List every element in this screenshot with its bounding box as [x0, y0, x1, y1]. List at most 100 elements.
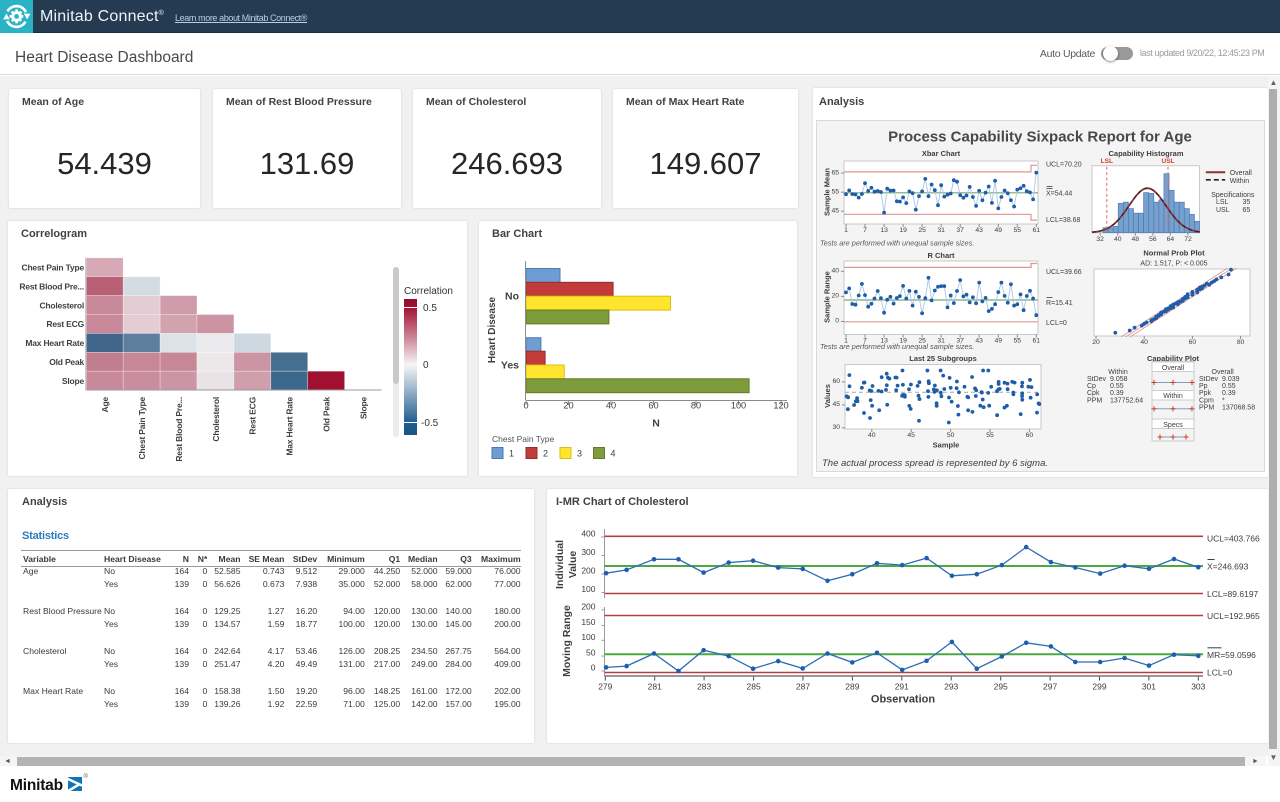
svg-text:0.5: 0.5: [423, 303, 437, 314]
svg-text:150: 150: [581, 617, 595, 627]
svg-text:0: 0: [591, 663, 596, 673]
svg-text:LCL=0: LCL=0: [1207, 668, 1233, 678]
svg-text:61: 61: [1033, 227, 1041, 234]
svg-text:25: 25: [918, 227, 926, 234]
svg-text:Rest ECG: Rest ECG: [46, 319, 84, 329]
svg-text:31: 31: [937, 227, 945, 234]
svg-text:Within: Within: [1163, 393, 1183, 400]
svg-text:Within: Within: [1230, 178, 1250, 185]
svg-text:48: 48: [1132, 236, 1140, 243]
svg-text:60: 60: [1189, 339, 1197, 346]
svg-text:0.39: 0.39: [1222, 390, 1236, 397]
svg-text:40: 40: [831, 268, 839, 275]
svg-text:Specifications: Specifications: [1211, 192, 1255, 199]
svg-text:LSL: LSL: [1216, 199, 1229, 206]
svg-text:287: 287: [796, 682, 810, 692]
svg-text:Slope: Slope: [62, 376, 85, 386]
svg-text:60: 60: [1026, 432, 1034, 439]
svg-text:Chest Pain Type: Chest Pain Type: [22, 263, 85, 273]
svg-text:Cholesterol: Cholesterol: [39, 300, 84, 310]
svg-text:Sample Mean: Sample Mean: [823, 168, 832, 216]
svg-text:X=246.693: X=246.693: [1207, 562, 1249, 572]
svg-text:Value: Value: [567, 551, 579, 579]
svg-text:40: 40: [1140, 339, 1148, 346]
svg-text:Heart Disease: Heart Disease: [487, 296, 498, 363]
svg-text:Cpk: Cpk: [1087, 390, 1100, 397]
svg-text:USL: USL: [1216, 207, 1230, 214]
svg-text:Tests are performed with unequ: Tests are performed with unequal sample …: [820, 342, 974, 351]
svg-text:MR=59.0596: MR=59.0596: [1207, 650, 1256, 660]
svg-text:AD: 1.517, P: < 0.005: AD: 1.517, P: < 0.005: [1140, 261, 1207, 268]
svg-text:295: 295: [994, 682, 1008, 692]
svg-text:Sample: Sample: [933, 441, 960, 450]
svg-text:3: 3: [577, 449, 582, 459]
svg-text:UCL=39.66: UCL=39.66: [1046, 269, 1082, 276]
svg-text:Slope: Slope: [358, 397, 368, 420]
svg-text:65: 65: [831, 169, 839, 176]
svg-text:1: 1: [844, 227, 848, 234]
svg-text:R=15.41: R=15.41: [1046, 300, 1073, 307]
svg-text:N: N: [652, 418, 660, 430]
svg-text:Chest Pain Type: Chest Pain Type: [492, 434, 554, 444]
svg-text:400: 400: [581, 529, 595, 539]
svg-text:13: 13: [880, 227, 888, 234]
svg-text:72: 72: [1184, 236, 1192, 243]
svg-text:303: 303: [1191, 682, 1205, 692]
svg-text:0: 0: [835, 318, 839, 325]
svg-text:Specs: Specs: [1163, 422, 1183, 429]
svg-text:LCL=89.6197: LCL=89.6197: [1207, 589, 1259, 599]
svg-text:Xbar Chart: Xbar Chart: [922, 149, 961, 158]
svg-text:The actual process spread is r: The actual process spread is represented…: [822, 458, 1048, 469]
svg-text:Individual: Individual: [554, 540, 566, 589]
svg-text:55: 55: [1014, 227, 1022, 234]
svg-text:Rest Blood Pre...: Rest Blood Pre...: [174, 397, 184, 462]
svg-text:StDev: StDev: [1087, 376, 1107, 383]
svg-text:Cpm: Cpm: [1199, 397, 1214, 404]
svg-text:Cholesterol: Cholesterol: [211, 397, 221, 442]
svg-text:0.55: 0.55: [1222, 383, 1236, 390]
svg-text:20: 20: [1092, 339, 1100, 346]
svg-text:60: 60: [648, 401, 658, 411]
svg-text:LSL: LSL: [1101, 158, 1113, 165]
svg-text:UCL=403.766: UCL=403.766: [1207, 534, 1260, 544]
svg-text:100: 100: [731, 401, 746, 411]
svg-text:1: 1: [509, 449, 514, 459]
svg-text:Correlation: Correlation: [404, 286, 453, 297]
svg-text:49: 49: [995, 338, 1003, 345]
svg-text:100: 100: [581, 632, 595, 642]
svg-text:285: 285: [747, 682, 761, 692]
svg-text:Pp: Pp: [1199, 383, 1208, 390]
svg-text:LCL=38.68: LCL=38.68: [1046, 217, 1081, 224]
svg-text:*: *: [1222, 397, 1225, 404]
svg-text:Rest ECG: Rest ECG: [248, 396, 258, 434]
svg-text:200: 200: [581, 601, 595, 611]
svg-text:40: 40: [1114, 236, 1122, 243]
svg-text:30: 30: [832, 424, 840, 431]
svg-text:USL: USL: [1162, 158, 1175, 165]
svg-text:281: 281: [648, 682, 662, 692]
svg-text:279: 279: [598, 682, 612, 692]
svg-text:Overall: Overall: [1230, 170, 1253, 177]
svg-text:137752.64: 137752.64: [1110, 397, 1143, 404]
svg-text:45: 45: [831, 208, 839, 215]
svg-text:50: 50: [947, 432, 955, 439]
svg-text:Max Heart Rate: Max Heart Rate: [25, 338, 84, 348]
svg-text:Old Peak: Old Peak: [321, 397, 331, 432]
svg-text:43: 43: [975, 338, 983, 345]
svg-text:55: 55: [1014, 338, 1022, 345]
svg-text:50: 50: [586, 648, 596, 658]
svg-text:56: 56: [1149, 236, 1157, 243]
svg-text:0.39: 0.39: [1110, 390, 1124, 397]
svg-text:300: 300: [581, 547, 595, 557]
svg-text:291: 291: [895, 682, 909, 692]
svg-text:4: 4: [611, 449, 616, 459]
svg-text:55: 55: [986, 432, 994, 439]
svg-text:65: 65: [1243, 207, 1251, 214]
svg-text:Observation: Observation: [871, 694, 935, 706]
svg-text:Moving Range: Moving Range: [561, 605, 573, 677]
svg-text:19: 19: [899, 227, 907, 234]
svg-text:289: 289: [845, 682, 859, 692]
svg-text:Capability Histogram: Capability Histogram: [1108, 149, 1183, 158]
svg-text:37: 37: [956, 227, 964, 234]
svg-text:43: 43: [975, 227, 983, 234]
